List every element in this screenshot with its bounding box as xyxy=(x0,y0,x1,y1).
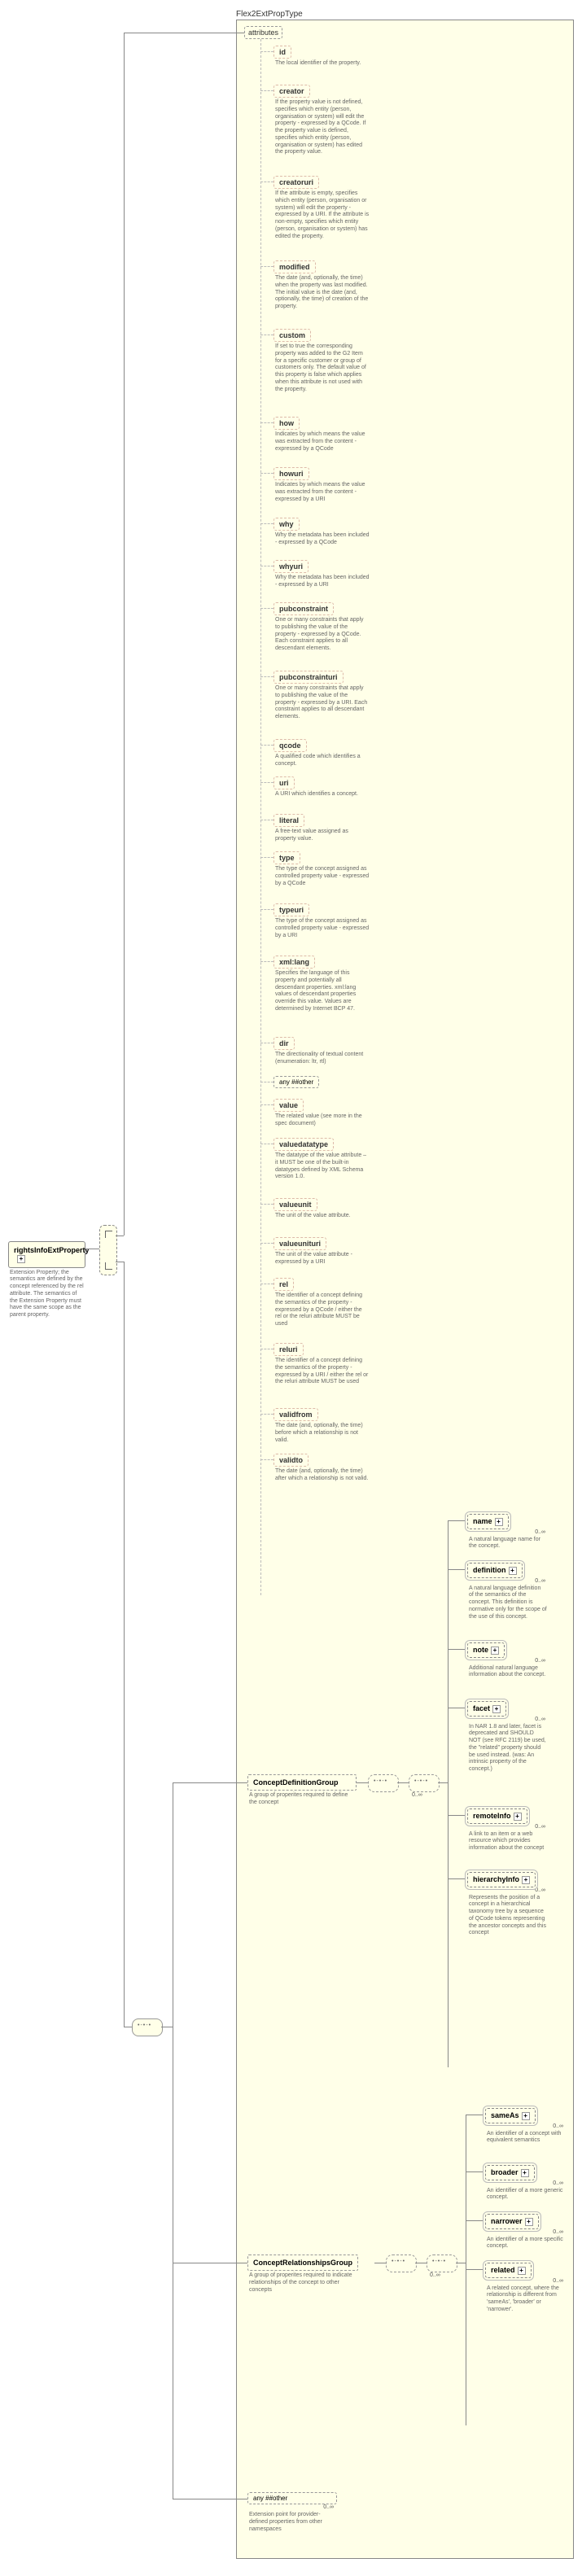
expand-icon[interactable]: + xyxy=(522,1876,530,1884)
attr-qcode: qcodeA qualified code which identifies a… xyxy=(273,739,371,768)
attr-any-other: any ##other xyxy=(273,1076,319,1088)
group-conceptdefinition[interactable]: ConceptDefinitionGroup A group of proper… xyxy=(247,1774,357,1807)
connector xyxy=(124,1262,125,2027)
elem-definition[interactable]: definition+ 0..∞ A natural language defi… xyxy=(467,1563,549,1620)
attr-why: whyWhy the metadata has been included - … xyxy=(273,518,371,547)
sequence-icon xyxy=(368,1774,399,1792)
elem-broader[interactable]: broader+ 0..∞ An identifier of a more ge… xyxy=(485,2165,567,2202)
elem-narrower[interactable]: narrower+ 0..∞ An identifier of a more s… xyxy=(485,2214,567,2250)
attr-valueunit: valueunitThe unit of the value attribute… xyxy=(273,1198,371,1220)
connector xyxy=(438,1782,448,1783)
attr-valuedatatype: valuedatatypeThe datatype of the value a… xyxy=(273,1138,371,1181)
branch-icon xyxy=(99,1225,117,1275)
attr-dir: dirThe directionality of textual content… xyxy=(273,1037,371,1066)
expand-icon[interactable]: + xyxy=(509,1567,517,1575)
expand-icon[interactable]: + xyxy=(522,2112,530,2120)
any-other-element: any ##other 0..∞ Extension point for pro… xyxy=(247,2492,337,2533)
expand-icon[interactable]: + xyxy=(525,2218,533,2226)
attr-reluri: reluriThe identifier of a concept defini… xyxy=(273,1343,371,1386)
attr-literal: literalA free-text value assigned as pro… xyxy=(273,814,371,843)
attr-whyuri: whyuriWhy the metadata has been included… xyxy=(273,560,371,589)
root-desc: Extension Property; the semantics are de… xyxy=(8,1268,85,1319)
elem-sameas[interactable]: sameAs+ 0..∞ An identifier of a concept … xyxy=(485,2108,567,2145)
attr-typeuri: typeuriThe type of the concept assigned … xyxy=(273,903,371,939)
attr-value: valueThe related value (see more in the … xyxy=(273,1099,371,1128)
connector xyxy=(357,1782,368,1783)
elem-note[interactable]: note+ 0..∞ Additional natural language i… xyxy=(467,1642,549,1679)
elem-related[interactable]: related+ 0..∞ A related concept, where t… xyxy=(485,2263,567,2314)
sequence-icon xyxy=(132,2018,163,2036)
connector xyxy=(173,1782,247,1783)
expand-icon[interactable]: + xyxy=(521,2169,529,2177)
sequence-icon xyxy=(409,1774,440,1792)
expand-icon[interactable]: + xyxy=(514,1813,522,1821)
sequence-icon xyxy=(427,2255,457,2272)
root-property-node[interactable]: rightsInfoExtProperty Extension Property… xyxy=(8,1241,85,1319)
attr-custom: customIf set to true the corresponding p… xyxy=(273,329,371,393)
multiplicity: 0..∞ xyxy=(430,2272,444,2278)
expand-icon[interactable]: + xyxy=(495,1518,503,1526)
attr-creator: creatorIf the property value is not defi… xyxy=(273,85,371,156)
expand-icon[interactable]: + xyxy=(491,1647,499,1655)
attr-validto: validtoThe date (and, optionally, the ti… xyxy=(273,1454,371,1483)
attr-pubconstrainturi: pubconstrainturiOne or many constraints … xyxy=(273,671,371,721)
attr-valueunituri: valueunituriThe unit of the value attrib… xyxy=(273,1237,371,1266)
connector xyxy=(124,33,125,1236)
attr-validfrom: validfromThe date (and, optionally, the … xyxy=(273,1408,371,1444)
attr-rel: relThe identifier of a concept defining … xyxy=(273,1278,371,1328)
attr-uri: uriA URI which identifies a concept. xyxy=(273,776,371,798)
type-label: Flex2ExtPropType xyxy=(236,8,303,20)
connector xyxy=(448,1520,449,2067)
attr-how: howIndicates by which means the value wa… xyxy=(273,417,371,453)
root-name: rightsInfoExtProperty xyxy=(14,1246,90,1254)
attr-id: idThe local identifier of the property. xyxy=(273,46,371,68)
attr-xmllang: xml:langSpecifies the language of this p… xyxy=(273,956,371,1013)
elem-hierarchyinfo[interactable]: hierarchyInfo+ 0..∞ Represents the posit… xyxy=(467,1872,549,1937)
connector xyxy=(260,39,261,1595)
attributes-label: attributes xyxy=(244,26,282,39)
elem-facet[interactable]: facet+ 0..∞ In NAR 1.8 and later, facet … xyxy=(467,1701,549,1773)
attr-howuri: howuriIndicates by which means the value… xyxy=(273,467,371,503)
elem-name[interactable]: name+ 0..∞ A natural language name for t… xyxy=(467,1514,549,1550)
expand-icon[interactable]: + xyxy=(492,1705,501,1713)
attr-type: typeThe type of the concept assigned as … xyxy=(273,851,371,887)
attr-modified: modifiedThe date (and, optionally, the t… xyxy=(273,260,371,311)
expand-icon[interactable]: + xyxy=(518,2267,526,2275)
elem-remoteinfo[interactable]: remoteInfo+ 0..∞ A link to an item or a … xyxy=(467,1808,549,1852)
diagram-canvas: Flex2ExtPropType rightsInfoExtProperty E… xyxy=(8,8,574,2568)
attr-creatoruri: creatoruriIf the attribute is empty, spe… xyxy=(273,176,371,240)
sequence-icon xyxy=(386,2255,417,2272)
attr-pubconstraint: pubconstraintOne or many constraints tha… xyxy=(273,602,371,653)
multiplicity: 0..∞ xyxy=(412,1792,426,1798)
connector xyxy=(397,1782,409,1783)
group-conceptrelationships[interactable]: ConceptRelationshipsGroup A group of pro… xyxy=(247,2255,358,2294)
